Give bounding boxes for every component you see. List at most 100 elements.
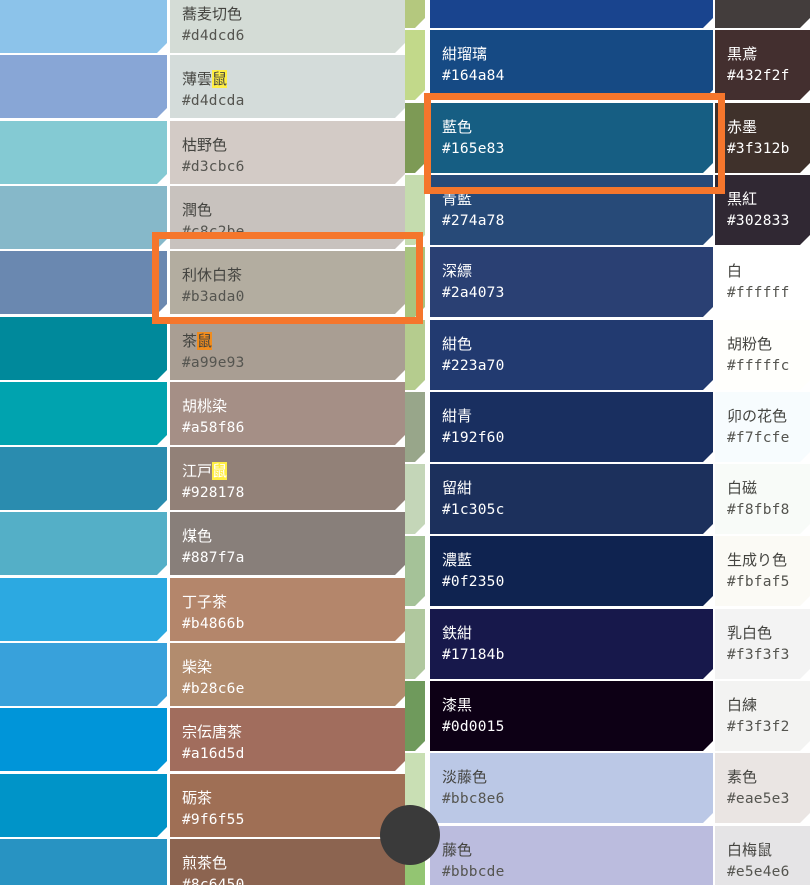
- color-card[interactable]: 柴染 #b28c6e: [170, 643, 405, 706]
- color-hex: #192f60: [442, 430, 505, 446]
- color-card[interactable]: 蕎麦切色 #d4dcd6: [170, 0, 405, 53]
- color-card[interactable]: 生成り色 #fbfaf5: [715, 536, 810, 606]
- color-card[interactable]: 白磁 #f8fbf8: [715, 464, 810, 534]
- color-swatch[interactable]: [0, 512, 167, 575]
- color-card[interactable]: 宗伝唐茶 #a16d5d: [170, 708, 405, 771]
- color-hex: #a58f86: [182, 420, 245, 436]
- color-swatch[interactable]: [405, 536, 425, 606]
- color-card[interactable]: #433d3c: [715, 0, 810, 28]
- color-swatch[interactable]: [405, 30, 425, 100]
- color-swatch[interactable]: [0, 839, 167, 885]
- color-card[interactable]: 潤色 #c8c2be: [170, 186, 405, 249]
- color-hex: #d4dcd6: [182, 28, 245, 44]
- color-swatch[interactable]: [405, 464, 425, 534]
- color-hex: #f3f3f3: [727, 647, 790, 663]
- color-name-highlight: 鼠: [212, 462, 228, 480]
- color-swatch[interactable]: [0, 251, 167, 314]
- color-name: 生成り色: [727, 551, 788, 569]
- color-card[interactable]: 白 #ffffff: [715, 247, 810, 317]
- color-swatch[interactable]: [405, 0, 425, 28]
- color-swatch[interactable]: [0, 447, 167, 510]
- color-swatch[interactable]: [405, 392, 425, 462]
- color-card[interactable]: 黒紅 #302833: [715, 175, 810, 245]
- color-card[interactable]: 煎茶色 #8c6450: [170, 839, 405, 885]
- color-name-prefix: 江戸: [182, 462, 213, 480]
- color-card[interactable]: 乳白色 #f3f3f3: [715, 609, 810, 679]
- color-name: 漆黒: [442, 696, 473, 714]
- color-hex: #302833: [727, 213, 790, 229]
- color-card[interactable]: 茶鼠 #a99e93: [170, 317, 405, 380]
- color-card[interactable]: 漆黒 #0d0015: [430, 681, 713, 751]
- color-card[interactable]: 紺色 #223a70: [430, 320, 713, 390]
- color-card[interactable]: 白梅鼠 #e5e4e6: [715, 826, 810, 885]
- color-swatch[interactable]: [0, 186, 167, 249]
- color-hex: #887f7a: [182, 550, 245, 566]
- color-name: 紺瑠璃: [442, 45, 488, 63]
- color-card[interactable]: 江戸鼠 #928178: [170, 447, 405, 510]
- color-name: 白: [727, 262, 743, 280]
- color-card[interactable]: 藤色 #bbbcde: [430, 826, 713, 885]
- color-card[interactable]: #19448e: [430, 0, 713, 28]
- color-card[interactable]: 黒鳶 #432f2f: [715, 30, 810, 100]
- color-swatch[interactable]: [0, 317, 167, 380]
- color-card[interactable]: 胡粉色 #fffffc: [715, 320, 810, 390]
- color-name: 紺色: [442, 335, 473, 353]
- color-hex: #3f312b: [727, 141, 790, 157]
- floating-action-button[interactable]: [380, 805, 440, 865]
- color-card[interactable]: 枯野色 #d3cbc6: [170, 121, 405, 184]
- color-name: 鉄紺: [442, 624, 473, 642]
- color-name: 胡桃染: [182, 397, 228, 415]
- color-hex: #ffffff: [727, 285, 790, 301]
- color-card[interactable]: 胡桃染 #a58f86: [170, 382, 405, 445]
- color-hex: #9f6f55: [182, 812, 245, 828]
- color-name: 紺青: [442, 407, 473, 425]
- color-swatch[interactable]: [0, 774, 167, 837]
- color-hex: #f7fcfe: [727, 430, 790, 446]
- color-card[interactable]: 白練 #f3f3f2: [715, 681, 810, 751]
- color-name: 黒紅: [727, 190, 758, 208]
- color-card[interactable]: 青藍 #274a78: [430, 175, 713, 245]
- color-card[interactable]: 煤色 #887f7a: [170, 512, 405, 575]
- color-card[interactable]: 丁子茶 #b4866b: [170, 578, 405, 641]
- color-name: 茶鼠: [182, 330, 405, 352]
- color-hex: #165e83: [442, 141, 505, 157]
- color-card[interactable]: 薄雲鼠 #d4dcda: [170, 55, 405, 118]
- color-name: 江戸鼠: [182, 460, 405, 482]
- color-swatch[interactable]: [405, 320, 425, 390]
- color-swatch[interactable]: [0, 121, 167, 184]
- color-hex: #223a70: [442, 358, 505, 374]
- color-name: 藤色: [442, 841, 473, 859]
- color-card[interactable]: 赤墨 #3f312b: [715, 103, 810, 173]
- color-hex: #fbfaf5: [727, 574, 790, 590]
- color-card[interactable]: 藍色 #165e83: [430, 103, 713, 173]
- color-card[interactable]: 濃藍 #0f2350: [430, 536, 713, 606]
- color-swatch[interactable]: [0, 55, 167, 118]
- color-swatch[interactable]: [0, 578, 167, 641]
- color-card[interactable]: 利休白茶 #b3ada0: [170, 251, 405, 314]
- color-swatch[interactable]: [0, 643, 167, 706]
- color-card[interactable]: 卯の花色 #f7fcfe: [715, 392, 810, 462]
- color-card[interactable]: 淡藤色 #bbc8e6: [430, 753, 713, 823]
- color-name-highlight: 鼠: [212, 70, 228, 88]
- color-swatch[interactable]: [405, 247, 425, 317]
- color-card[interactable]: 素色 #eae5e3: [715, 753, 810, 823]
- color-swatch[interactable]: [405, 609, 425, 679]
- color-swatch[interactable]: [405, 103, 425, 173]
- color-card[interactable]: 鉄紺 #17184b: [430, 609, 713, 679]
- color-name: 蕎麦切色: [182, 5, 243, 23]
- color-card[interactable]: 留紺 #1c305c: [430, 464, 713, 534]
- color-card[interactable]: 紺青 #192f60: [430, 392, 713, 462]
- color-hex: #fffffc: [727, 358, 790, 374]
- color-swatch[interactable]: [405, 681, 425, 751]
- color-card[interactable]: 深縹 #2a4073: [430, 247, 713, 317]
- color-name: 赤墨: [727, 118, 758, 136]
- color-hex: #17184b: [442, 647, 505, 663]
- color-swatch[interactable]: [0, 0, 167, 53]
- color-swatch[interactable]: [0, 382, 167, 445]
- color-swatch[interactable]: [405, 175, 425, 245]
- color-name: 砺茶: [182, 789, 213, 807]
- color-card[interactable]: 紺瑠璃 #164a84: [430, 30, 713, 100]
- color-card[interactable]: 砺茶 #9f6f55: [170, 774, 405, 837]
- color-hex: #0f2350: [442, 574, 505, 590]
- color-swatch[interactable]: [0, 708, 167, 771]
